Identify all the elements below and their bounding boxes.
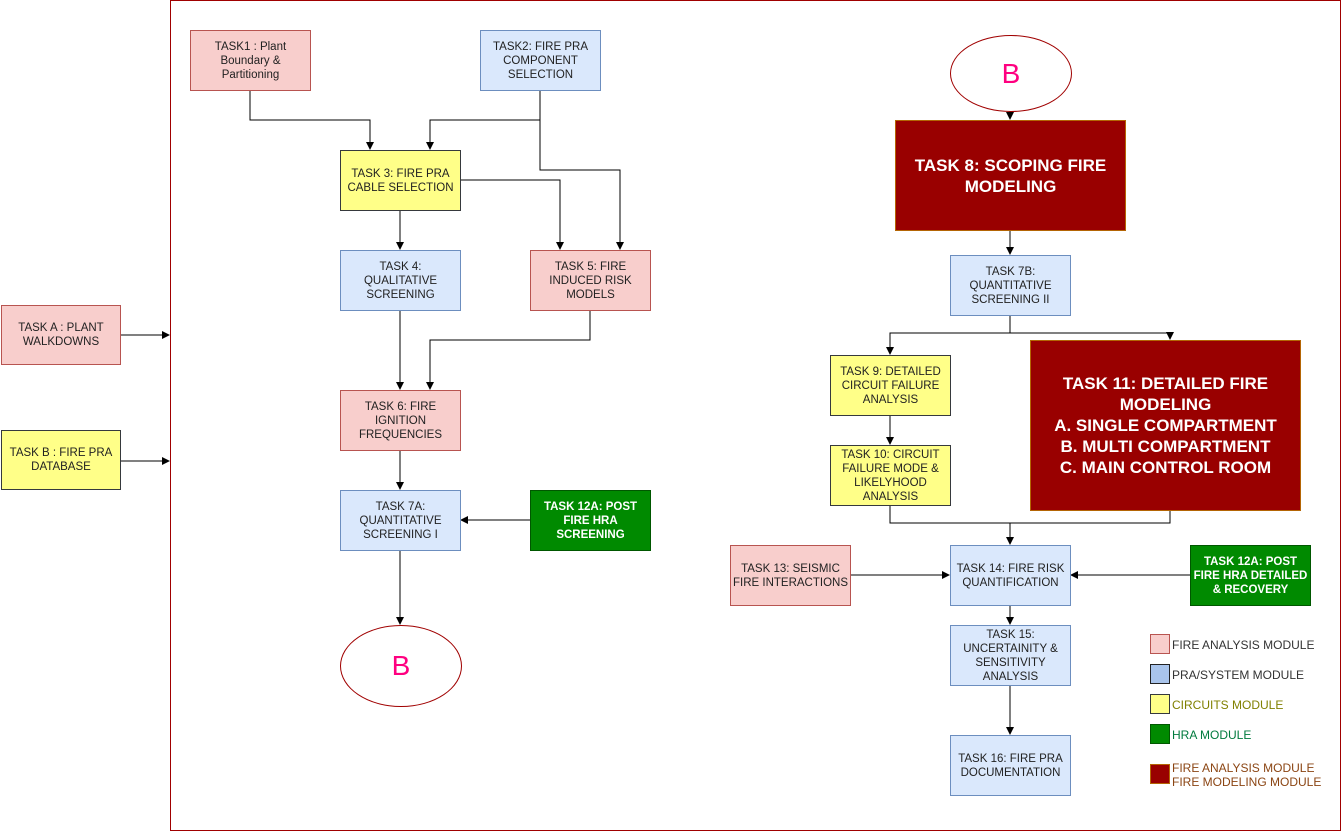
edge: [460, 179, 564, 250]
connector-b-left[interactable]: B: [340, 625, 462, 707]
task9-node[interactable]: TASK 9: DETAILED CIRCUIT FAILURE ANALYSI…: [830, 355, 951, 416]
legend-swatch: [1150, 634, 1170, 654]
task7a-node[interactable]: TASK 7A: QUANTITATIVE SCREENING I: [340, 490, 461, 551]
task13-node[interactable]: TASK 13: SEISMIC FIRE INTERACTIONS: [730, 545, 851, 606]
legend-swatch: [1150, 664, 1170, 684]
legend-label: HRA MODULE: [1172, 728, 1252, 742]
legend-swatch: [1150, 694, 1170, 714]
task8-node[interactable]: TASK 8: SCOPING FIRE MODELING: [895, 120, 1126, 231]
task7b-node[interactable]: TASK 7B: QUANTITATIVE SCREENING II: [950, 255, 1071, 316]
task12a-right-node[interactable]: TASK 12A: POST FIRE HRA DETAILED & RECOV…: [1190, 545, 1311, 606]
legend-label: CIRCUITS MODULE: [1172, 698, 1284, 712]
task12a-node[interactable]: TASK 12A: POST FIRE HRA SCREENING: [530, 490, 651, 551]
task16-node[interactable]: TASK 16: FIRE PRA DOCUMENTATION: [950, 735, 1071, 796]
edge: [539, 120, 624, 250]
task4-node[interactable]: TASK 4: QUALITATIVE SCREENING: [340, 250, 461, 311]
task-b-node[interactable]: TASK B : FIRE PRA DATABASE: [1, 430, 121, 490]
task10-node[interactable]: TASK 10: CIRCUIT FAILURE MODE & LIKELYHO…: [830, 445, 951, 506]
legend-swatch: [1150, 724, 1170, 744]
legend-label: PRA/SYSTEM MODULE: [1172, 668, 1305, 682]
edge: [426, 90, 541, 150]
task5-node[interactable]: TASK 5: FIRE INDUCED RISK MODELS: [530, 250, 651, 311]
edge: [426, 310, 591, 390]
edge: [249, 90, 374, 150]
edge: [1010, 332, 1174, 340]
task14-node[interactable]: TASK 14: FIRE RISK QUANTIFICATION: [950, 545, 1071, 606]
task11-node[interactable]: TASK 11: DETAILED FIRE MODELING A. SINGL…: [1030, 340, 1301, 511]
connector-b-right[interactable]: B: [950, 35, 1072, 112]
task2-node[interactable]: TASK2: FIRE PRA COMPONENT SELECTION: [480, 30, 601, 91]
edge: [886, 315, 1011, 355]
legend-swatch: [1150, 764, 1170, 784]
task-a-node[interactable]: TASK A : PLANT WALKDOWNS: [1, 305, 121, 365]
task15-node[interactable]: TASK 15: UNCERTAINITY & SENSITIVITY ANAL…: [950, 625, 1071, 686]
task1-node[interactable]: TASK1 : Plant Boundary & Partitioning: [190, 30, 311, 91]
legend-label: FIRE ANALYSIS MODULE: [1172, 638, 1315, 652]
task3-node[interactable]: TASK 3: FIRE PRA CABLE SELECTION: [340, 150, 461, 211]
task6-node[interactable]: TASK 6: FIRE IGNITION FREQUENCIES: [340, 390, 461, 451]
legend-label: FIRE ANALYSIS MODULE FIRE MODELING MODUL…: [1172, 761, 1322, 789]
